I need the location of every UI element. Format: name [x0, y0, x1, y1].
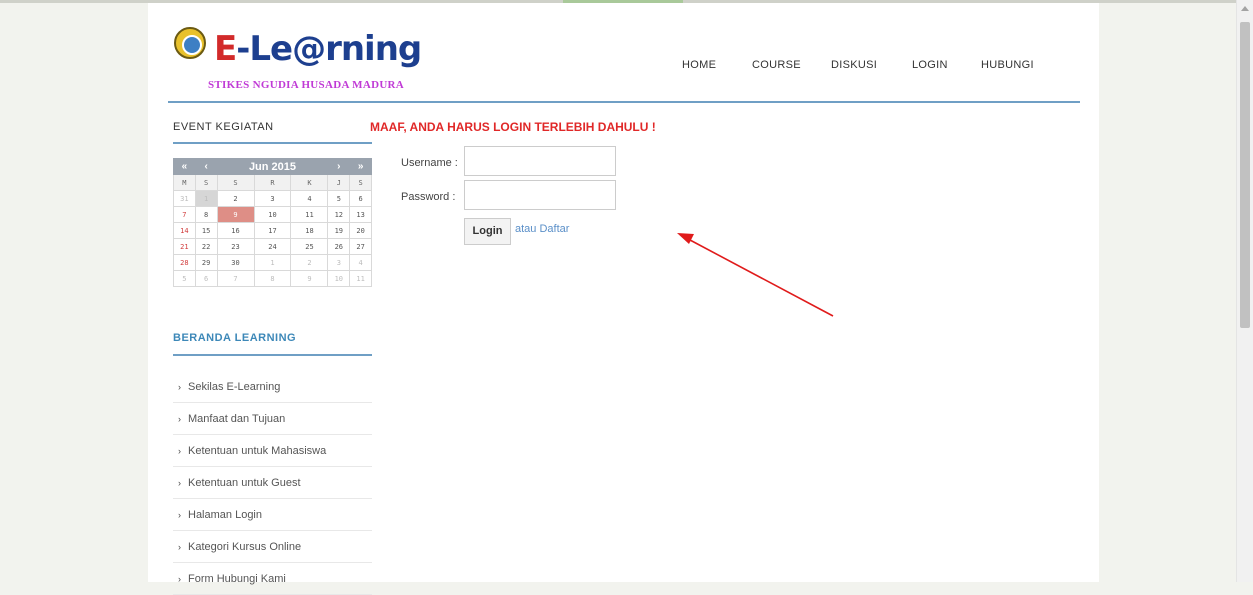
scrollbar-thumb[interactable] [1240, 22, 1250, 328]
vertical-scrollbar[interactable] [1236, 0, 1253, 582]
annotation-arrow-icon [677, 233, 834, 317]
scroll-up-icon[interactable] [1241, 6, 1249, 11]
